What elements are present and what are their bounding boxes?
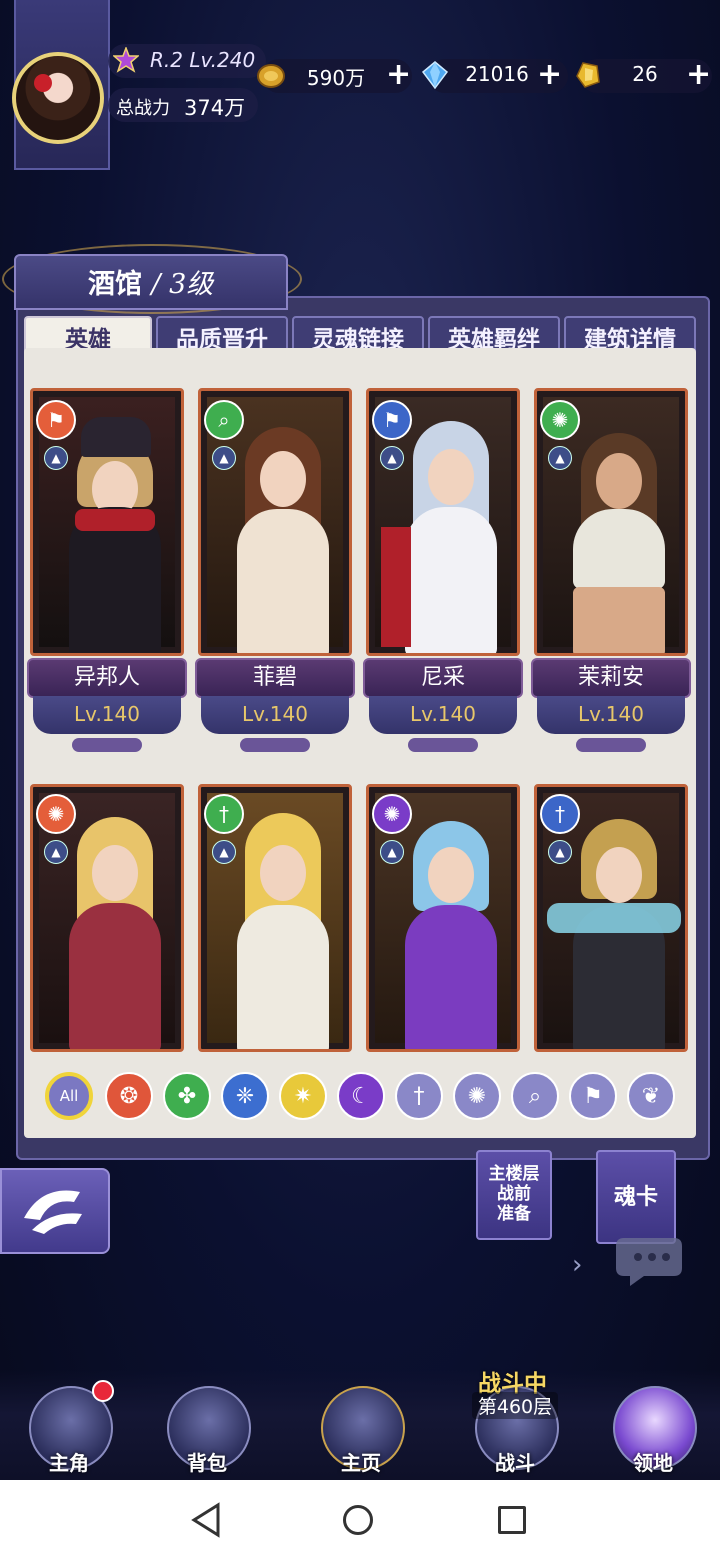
banner-element-icon: ⚑ xyxy=(36,400,76,440)
floor-prep-button[interactable]: 主楼层 战前 准备 xyxy=(476,1150,552,1240)
power-value: 374万 xyxy=(184,96,246,120)
rose-icon xyxy=(34,74,52,92)
nav-label: 主页 xyxy=(341,1451,381,1475)
gold-value: 590万 xyxy=(306,66,366,90)
hat-class-icon: ▲ xyxy=(44,446,68,470)
swirl-element-icon: ✺ xyxy=(540,400,580,440)
fire-filter-icon[interactable]: ❂ xyxy=(105,1072,153,1120)
hero-level: Lv.140 xyxy=(537,696,685,734)
hat-class-icon: ▲ xyxy=(548,840,572,864)
wing-filter-icon[interactable]: ❦ xyxy=(627,1072,675,1120)
banner-filter-icon[interactable]: ⚑ xyxy=(569,1072,617,1120)
hat-class-icon: ▲ xyxy=(380,446,404,470)
gem-value: 26 xyxy=(632,62,658,86)
panel-title-level: / 3级 xyxy=(151,269,214,300)
sword-element-icon: † xyxy=(540,794,580,834)
gold-gem-icon xyxy=(576,62,600,88)
panel-title-name: 酒馆 xyxy=(88,269,142,300)
red-cape xyxy=(381,527,411,647)
system-back-icon[interactable] xyxy=(190,1502,222,1538)
magnifier-filter-icon[interactable]: ⌕ xyxy=(511,1072,559,1120)
ice-fur-collar xyxy=(547,903,681,933)
add-gold-button[interactable]: + xyxy=(386,60,411,90)
add-diamond-button[interactable]: + xyxy=(537,60,562,90)
nav-bag[interactable]: 背包 xyxy=(152,1380,262,1480)
banner-element-icon: ⚑ xyxy=(372,400,412,440)
diamond-icon xyxy=(421,61,449,90)
hat-class-icon: ▲ xyxy=(212,446,236,470)
back-button[interactable] xyxy=(0,1168,110,1254)
light-filter-icon[interactable]: ✷ xyxy=(279,1072,327,1120)
plate-ornament xyxy=(408,738,478,752)
nav-territory[interactable]: 领地 xyxy=(598,1380,708,1480)
rank-level: R.2 Lv.240 xyxy=(150,48,256,72)
sword-filter-icon[interactable]: † xyxy=(395,1072,443,1120)
nav-label: 主角 xyxy=(49,1451,89,1475)
hero-name: 茉莉安 xyxy=(531,658,691,698)
back-arrow-icon xyxy=(24,1190,82,1234)
hero-level: Lv.140 xyxy=(33,696,181,734)
water-filter-icon[interactable]: ❈ xyxy=(221,1072,269,1120)
wind-filter-icon[interactable]: ✤ xyxy=(163,1072,211,1120)
nav-label: 战斗 xyxy=(495,1451,535,1475)
hero-level: Lv.140 xyxy=(201,696,349,734)
hat-class-icon: ▲ xyxy=(44,840,68,864)
sword-element-icon: † xyxy=(204,794,244,834)
rank-star-icon xyxy=(113,47,139,73)
diamond-value: 21016 xyxy=(465,62,529,86)
system-home-icon[interactable] xyxy=(343,1505,373,1535)
nav-label: 领地 xyxy=(633,1451,673,1475)
plate-ornament xyxy=(72,738,142,752)
plate-ornament xyxy=(576,738,646,752)
add-gem-button[interactable]: + xyxy=(686,60,711,90)
battle-floor: 第460层 xyxy=(472,1392,558,1419)
officer-cap xyxy=(81,417,151,457)
hat-class-icon: ▲ xyxy=(380,840,404,864)
hat-class-icon: ▲ xyxy=(548,446,572,470)
gold-coin-icon xyxy=(257,64,285,88)
nav-label: 背包 xyxy=(187,1451,227,1475)
power-label: 总战力 xyxy=(116,98,170,119)
player-avatar[interactable] xyxy=(12,52,104,144)
nav-home[interactable]: 主页 xyxy=(306,1380,416,1480)
notification-badge xyxy=(92,1380,114,1402)
panel-title: 酒馆 / 3级 xyxy=(88,262,213,301)
hat-class-icon: ▲ xyxy=(212,840,236,864)
hero-name: 异邦人 xyxy=(27,658,187,698)
swirl-element-icon: ✺ xyxy=(372,794,412,834)
hero-name: 菲碧 xyxy=(195,658,355,698)
swirl-element-icon: ✺ xyxy=(36,794,76,834)
chat-icon[interactable] xyxy=(616,1228,694,1288)
system-recents-icon[interactable] xyxy=(498,1506,526,1534)
magnifier-element-icon: ⌕ xyxy=(204,400,244,440)
expand-arrow-icon[interactable]: › xyxy=(572,1250,582,1280)
red-scarf xyxy=(75,509,155,531)
filter-all-button[interactable]: All xyxy=(45,1072,93,1120)
hero-level: Lv.140 xyxy=(369,696,517,734)
swirl-filter-icon[interactable]: ✺ xyxy=(453,1072,501,1120)
dark-filter-icon[interactable]: ☾ xyxy=(337,1072,385,1120)
hero-name: 尼采 xyxy=(363,658,523,698)
plate-ornament xyxy=(240,738,310,752)
